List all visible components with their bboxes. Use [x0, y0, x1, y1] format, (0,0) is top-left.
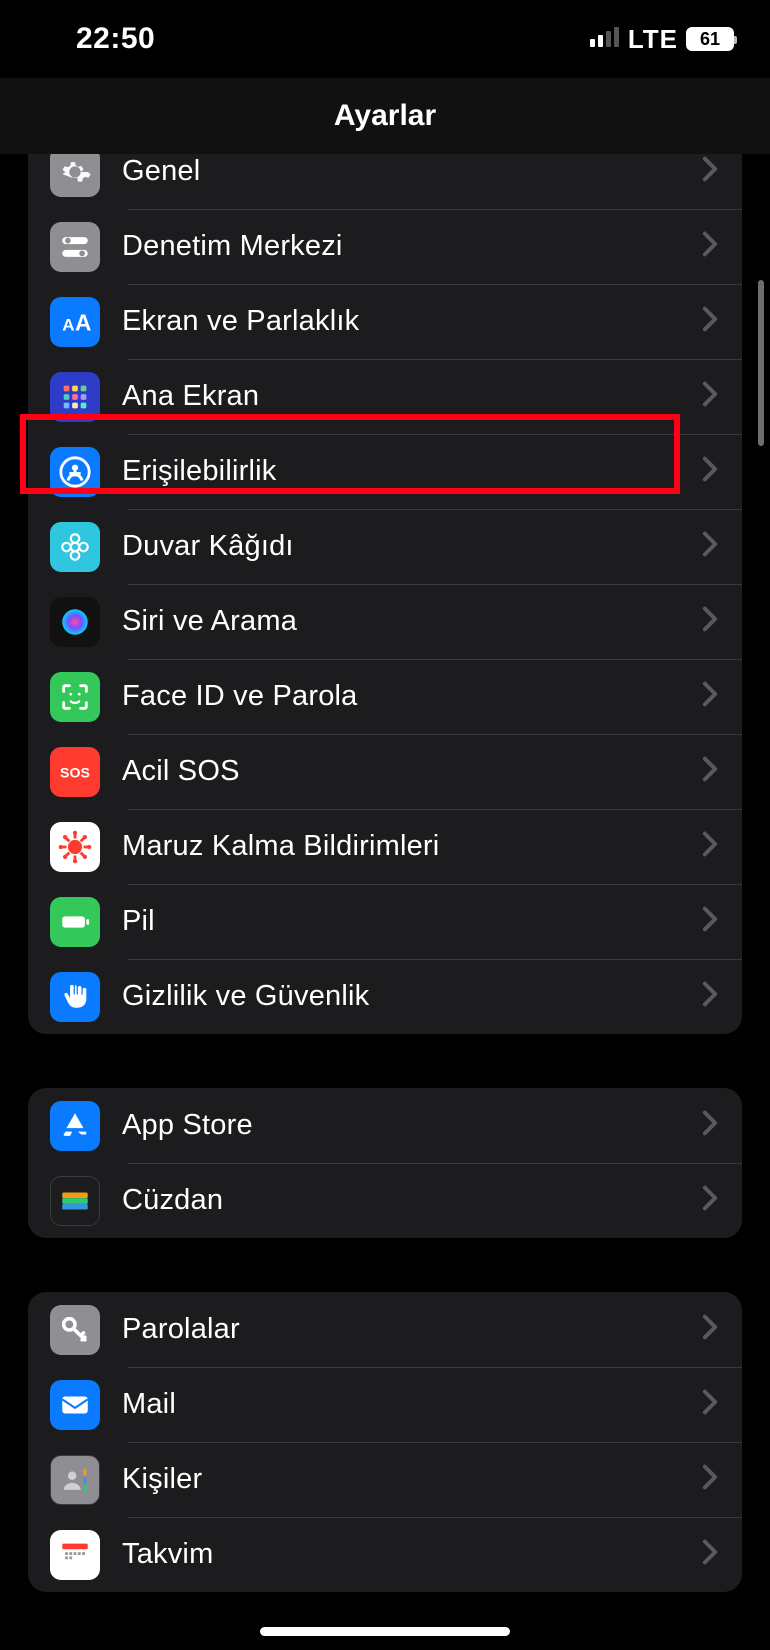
cellular-signal-icon [590, 27, 620, 52]
chevron-right-icon [702, 831, 718, 862]
settings-row-label: Maruz Kalma Bildirimleri [122, 830, 702, 863]
settings-row-siri[interactable]: Siri ve Arama [28, 584, 742, 659]
settings-row-label: Denetim Merkezi [122, 230, 702, 263]
switches-icon [50, 222, 100, 272]
settings-row-exposure[interactable]: Maruz Kalma Bildirimleri [28, 809, 742, 884]
chevron-right-icon [702, 531, 718, 562]
settings-row-display[interactable]: AA Ekran ve Parlaklık [28, 284, 742, 359]
chevron-right-icon [702, 756, 718, 787]
settings-row-accessibility[interactable]: Erişilebilirlik [28, 434, 742, 509]
chevron-right-icon [702, 306, 718, 337]
settings-row-label: Kişiler [122, 1463, 702, 1496]
svg-text:SOS: SOS [60, 765, 90, 781]
settings-row-wallet[interactable]: Cüzdan [28, 1163, 742, 1238]
status-bar: 22:50 LTE 61 [0, 0, 770, 78]
settings-group-main-settings: Genel Denetim Merkezi AA Ekran ve Parlaklık… [28, 154, 742, 1034]
settings-row-label: Duvar Kâğıdı [122, 530, 702, 563]
chevron-right-icon [702, 381, 718, 412]
virus-icon [50, 822, 100, 872]
chevron-right-icon [702, 681, 718, 712]
chevron-right-icon [702, 456, 718, 487]
chevron-right-icon [702, 1539, 718, 1570]
settings-row-contacts[interactable]: Kişiler [28, 1442, 742, 1517]
home-indicator[interactable] [260, 1627, 510, 1636]
settings-row-appstore[interactable]: App Store [28, 1088, 742, 1163]
settings-row-wallpaper[interactable]: Duvar Kâğıdı [28, 509, 742, 584]
grid-icon [50, 372, 100, 422]
settings-row-faceid[interactable]: Face ID ve Parola [28, 659, 742, 734]
aa-icon: AA [50, 297, 100, 347]
network-type: LTE [628, 24, 678, 55]
battery-icon: 61 [686, 27, 734, 51]
settings-row-label: Parolalar [122, 1313, 702, 1346]
chevron-right-icon [702, 981, 718, 1012]
screen: 22:50 LTE 61 Ayarlar Genel Denetim Merkez… [0, 0, 770, 1650]
settings-group-store-wallet: App Store Cüzdan [28, 1088, 742, 1238]
settings-row-label: Genel [122, 155, 702, 188]
settings-row-label: App Store [122, 1109, 702, 1142]
svg-text:A: A [75, 309, 91, 335]
chevron-right-icon [702, 1389, 718, 1420]
settings-content[interactable]: Genel Denetim Merkezi AA Ekran ve Parlaklık… [0, 154, 770, 1650]
scroll-indicator[interactable] [758, 280, 764, 446]
settings-row-passwords[interactable]: Parolalar [28, 1292, 742, 1367]
chevron-right-icon [702, 1110, 718, 1141]
chevron-right-icon [702, 606, 718, 637]
settings-row-label: Siri ve Arama [122, 605, 702, 638]
settings-group-accounts: Parolalar Mail Kişiler Takvim [28, 1292, 742, 1592]
settings-row-battery[interactable]: Pil [28, 884, 742, 959]
flower-icon [50, 522, 100, 572]
battery-icon [50, 897, 100, 947]
page-title: Ayarlar [334, 99, 436, 133]
chevron-right-icon [702, 906, 718, 937]
settings-row-control-center[interactable]: Denetim Merkezi [28, 209, 742, 284]
battery-percent: 61 [700, 29, 720, 50]
sos-icon: SOS [50, 747, 100, 797]
hand-icon [50, 972, 100, 1022]
settings-row-label: Ekran ve Parlaklık [122, 305, 702, 338]
settings-row-home-screen[interactable]: Ana Ekran [28, 359, 742, 434]
gear-icon [50, 154, 100, 197]
siri-icon [50, 597, 100, 647]
settings-row-label: Erişilebilirlik [122, 455, 702, 488]
settings-row-label: Mail [122, 1388, 702, 1421]
chevron-right-icon [702, 156, 718, 187]
chevron-right-icon [702, 1314, 718, 1345]
calendar-icon [50, 1530, 100, 1580]
settings-row-mail[interactable]: Mail [28, 1367, 742, 1442]
key-icon [50, 1305, 100, 1355]
contacts-icon [50, 1455, 100, 1505]
chevron-right-icon [702, 231, 718, 262]
settings-row-general[interactable]: Genel [28, 154, 742, 209]
settings-row-calendar[interactable]: Takvim [28, 1517, 742, 1592]
status-right: LTE 61 [590, 24, 734, 55]
svg-text:A: A [62, 315, 74, 334]
wallet-icon [50, 1176, 100, 1226]
settings-row-label: Pil [122, 905, 702, 938]
face-icon [50, 672, 100, 722]
chevron-right-icon [702, 1464, 718, 1495]
settings-row-label: Cüzdan [122, 1184, 702, 1217]
settings-row-label: Takvim [122, 1538, 702, 1571]
mail-icon [50, 1380, 100, 1430]
status-time: 22:50 [76, 22, 155, 56]
settings-row-sos[interactable]: SOS Acil SOS [28, 734, 742, 809]
settings-row-privacy[interactable]: Gizlilik ve Güvenlik [28, 959, 742, 1034]
settings-row-label: Face ID ve Parola [122, 680, 702, 713]
settings-row-label: Gizlilik ve Güvenlik [122, 980, 702, 1013]
chevron-right-icon [702, 1185, 718, 1216]
person-circle-icon [50, 447, 100, 497]
nav-header: Ayarlar [0, 78, 770, 154]
settings-row-label: Ana Ekran [122, 380, 702, 413]
appstore-icon [50, 1101, 100, 1151]
settings-row-label: Acil SOS [122, 755, 702, 788]
